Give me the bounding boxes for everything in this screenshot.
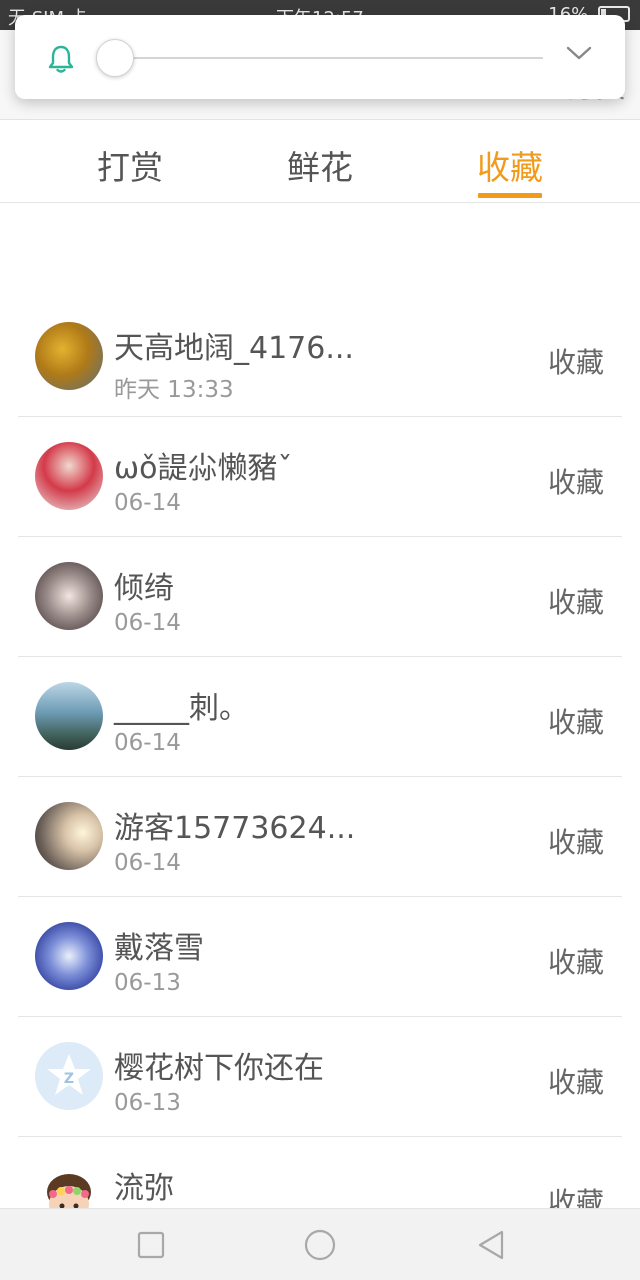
timestamp: 06-13 <box>114 970 181 996</box>
favorites-list: 天高地阔_4176... 昨天 13:33 收藏 ωǒ諟尛懒豬ˇ 06-14 收… <box>18 297 622 1257</box>
avatar[interactable] <box>35 922 103 990</box>
list-item[interactable]: _____刺。 06-14 收藏 <box>18 657 622 777</box>
user-name: _____刺。 <box>114 691 249 726</box>
tab-bar: 打赏 鲜花 收藏 <box>0 121 640 203</box>
user-name: 倾绮 <box>114 571 174 606</box>
back-icon[interactable] <box>474 1227 510 1263</box>
default-avatar-icon: Z <box>47 1054 91 1095</box>
action-label: 收藏 <box>547 1066 604 1099</box>
user-name: 流弥 <box>114 1171 174 1206</box>
user-name: ωǒ諟尛懒豬ˇ <box>114 451 293 486</box>
list-item[interactable]: 天高地阔_4176... 昨天 13:33 收藏 <box>18 297 622 417</box>
tab-flowers[interactable]: 鲜花 <box>260 141 380 189</box>
volume-popup <box>15 15 625 99</box>
recent-apps-icon[interactable] <box>133 1227 169 1263</box>
bell-icon[interactable] <box>45 43 77 75</box>
avatar[interactable] <box>35 322 103 390</box>
list-item[interactable]: 游客15773624... 06-14 收藏 <box>18 777 622 897</box>
timestamp: 06-14 <box>114 850 181 876</box>
list-item[interactable]: 倾绮 06-14 收藏 <box>18 537 622 657</box>
timestamp: 06-14 <box>114 730 181 756</box>
user-name: 戴落雪 <box>114 931 204 966</box>
timestamp: 06-14 <box>114 610 181 636</box>
list-item[interactable]: 戴落雪 06-13 收藏 <box>18 897 622 1017</box>
list-item[interactable]: ωǒ諟尛懒豬ˇ 06-14 收藏 <box>18 417 622 537</box>
active-tab-indicator <box>478 193 542 198</box>
home-icon[interactable] <box>302 1227 338 1263</box>
avatar[interactable] <box>35 802 103 870</box>
list-item[interactable]: Z 樱花树下你还在 06-13 收藏 <box>18 1017 622 1137</box>
timestamp: 昨天 13:33 <box>114 377 234 403</box>
timestamp: 06-13 <box>114 1090 181 1116</box>
avatar[interactable] <box>35 442 103 510</box>
action-label: 收藏 <box>547 346 604 379</box>
avatar[interactable] <box>35 562 103 630</box>
user-name: 天高地阔_4176... <box>114 331 354 366</box>
user-name: 游客15773624... <box>114 811 356 846</box>
avatar[interactable]: Z <box>35 1042 103 1110</box>
volume-slider-thumb[interactable] <box>96 39 134 77</box>
tab-reward[interactable]: 打赏 <box>70 141 190 189</box>
timestamp: 06-14 <box>114 490 181 516</box>
user-name: 樱花树下你还在 <box>114 1051 324 1086</box>
action-label: 收藏 <box>547 826 604 859</box>
system-navigation-bar <box>0 1208 640 1280</box>
action-label: 收藏 <box>547 706 604 739</box>
action-label: 收藏 <box>547 466 604 499</box>
avatar[interactable] <box>35 682 103 750</box>
volume-slider-track[interactable] <box>115 57 543 59</box>
tab-favorites[interactable]: 收藏 <box>450 141 570 189</box>
chevron-down-icon[interactable] <box>565 43 593 63</box>
svg-text:Z: Z <box>64 1071 74 1087</box>
action-label: 收藏 <box>547 586 604 619</box>
action-label: 收藏 <box>547 946 604 979</box>
